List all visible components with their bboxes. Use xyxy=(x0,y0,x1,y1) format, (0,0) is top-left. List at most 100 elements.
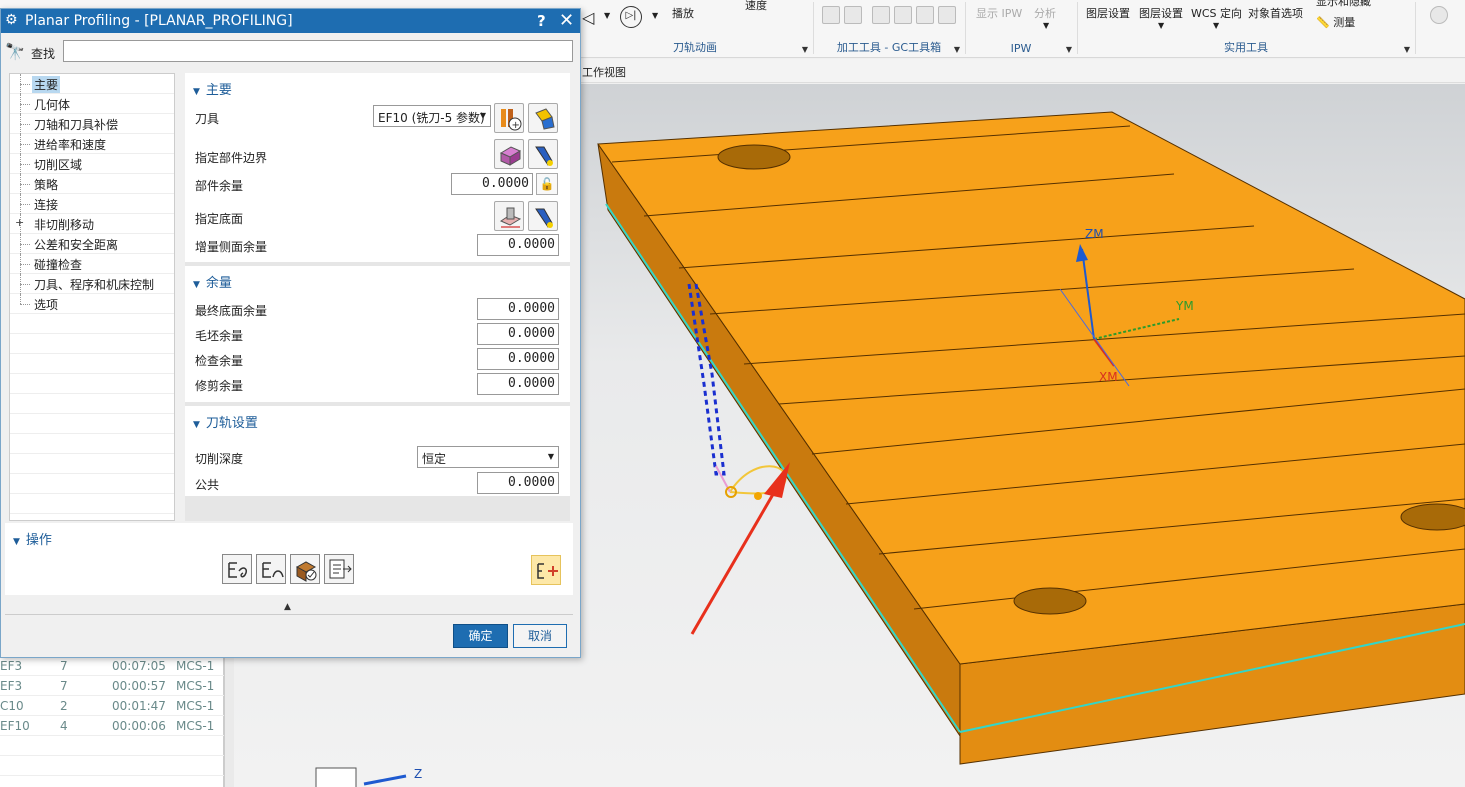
tree-item-collision[interactable]: 碰撞检查 xyxy=(10,254,174,274)
tree-empty-row xyxy=(10,474,174,494)
analysis-button[interactable]: 分析 xyxy=(1034,5,1056,21)
tree-item-tool-axis[interactable]: 刀轴和刀具补偿 xyxy=(10,114,174,134)
list-button[interactable] xyxy=(324,554,354,584)
generate-path-highlight-button[interactable] xyxy=(531,555,561,585)
ok-button[interactable]: 确定 xyxy=(453,624,508,648)
zm-axis-label: ZM xyxy=(1085,227,1104,241)
object-prefs-button[interactable]: 对象首选项 xyxy=(1248,5,1303,21)
rewind-icon[interactable]: ◁ xyxy=(582,8,594,27)
side-stock-input[interactable]: 0.0000 xyxy=(477,234,559,256)
cancel-button[interactable]: 取消 xyxy=(513,624,567,648)
tree-item-non-cutting[interactable]: + 非切削移动 xyxy=(10,214,174,234)
expand-icon[interactable]: + xyxy=(15,216,24,229)
table-row[interactable]: EF3 7 00:07:05 MCS-1 xyxy=(0,656,224,676)
generate-icon xyxy=(228,562,248,578)
edit-tool-icon[interactable] xyxy=(894,6,912,24)
rewind-dropdown-icon[interactable]: ▼ xyxy=(604,11,610,20)
nav-time: 00:00:57 xyxy=(112,679,166,693)
tool-list-icon[interactable] xyxy=(872,6,890,24)
table-row[interactable]: EF3 7 00:00:57 MCS-1 xyxy=(0,676,224,696)
group-label-animation: 刀轨动画 xyxy=(673,41,717,54)
lock-icon[interactable]: 🔓 xyxy=(536,173,558,195)
tree-item-feeds[interactable]: 进给率和速度 xyxy=(10,134,174,154)
new-tool-button[interactable]: + xyxy=(494,103,524,133)
specify-floor-button[interactable] xyxy=(494,201,524,231)
tool-select[interactable]: EF10 (铣刀-5 参数) ▼ xyxy=(373,105,491,127)
paste-icon[interactable] xyxy=(844,6,862,24)
show-floor-button[interactable] xyxy=(528,201,558,231)
tree-item-geometry[interactable]: 几何体 xyxy=(10,94,174,114)
layer-settings-button[interactable]: 图层设置 xyxy=(1086,5,1130,21)
tree-item-tolerance[interactable]: 公差和安全距离 xyxy=(10,234,174,254)
play-button[interactable]: 播放 xyxy=(672,5,694,21)
view-triad-cube xyxy=(315,767,357,787)
close-button[interactable]: ✕ xyxy=(559,10,574,31)
nav-mcs: MCS-1 xyxy=(176,719,215,733)
toolpath-point xyxy=(754,492,762,500)
navigator-scrollbar[interactable] xyxy=(224,656,234,787)
step-dropdown-icon[interactable]: ▼ xyxy=(652,11,658,20)
work-view-label[interactable]: 工作视图 xyxy=(582,64,626,80)
tree-item-main[interactable]: 主要 xyxy=(10,74,174,94)
chevron-down-icon[interactable]: ▼ xyxy=(802,45,808,54)
specify-boundary-button[interactable] xyxy=(494,139,524,169)
check-stock-label: 检查余量 xyxy=(195,354,244,368)
layer-settings-button-2[interactable]: 图层设置 xyxy=(1139,5,1183,21)
chevron-down-icon[interactable]: ▼ xyxy=(1404,45,1410,54)
chevron-down-icon[interactable]: ▼ xyxy=(954,45,960,54)
collapse-triangle-icon: ▼ xyxy=(193,280,200,290)
wcs-orient-button[interactable]: WCS 定向 xyxy=(1191,5,1242,21)
ribbon-divider xyxy=(1077,2,1078,54)
tree-item-strategy[interactable]: 策略 xyxy=(10,174,174,194)
wcs-dropdown-icon[interactable]: ▼ xyxy=(1213,21,1219,30)
tree-item-label: 切削区域 xyxy=(34,158,83,172)
table-row[interactable]: EF10 4 00:00:06 MCS-1 xyxy=(0,716,224,736)
tree-item-options[interactable]: 选项 xyxy=(10,294,174,314)
check-stock-input[interactable]: 0.0000 xyxy=(477,348,559,370)
part-stock-label: 部件余量 xyxy=(195,179,244,193)
tool-settings-icon[interactable] xyxy=(938,6,956,24)
help-button[interactable]: ? xyxy=(537,12,546,30)
table-row[interactable]: C10 2 00:01:47 MCS-1 xyxy=(0,696,224,716)
show-hide-button[interactable]: 显示和隐藏 xyxy=(1316,0,1371,9)
copy-icon[interactable] xyxy=(822,6,840,24)
dialog-titlebar[interactable]: ⚙ Planar Profiling - [PLANAR_PROFILING] … xyxy=(1,9,580,33)
measure-button[interactable]: 📏 测量 xyxy=(1316,14,1355,30)
show-ipw-button[interactable]: 显示 IPW xyxy=(976,5,1022,21)
generate-button[interactable] xyxy=(222,554,252,584)
svg-text:+: + xyxy=(512,120,520,131)
find-input[interactable] xyxy=(63,40,573,62)
layer-dropdown-icon[interactable]: ▼ xyxy=(1158,21,1164,30)
cut-depth-select[interactable]: 恒定 ▼ xyxy=(417,446,559,468)
operations-section-header[interactable]: ▼ 操作 xyxy=(13,529,52,548)
table-row[interactable] xyxy=(0,756,224,776)
tool-props-icon[interactable] xyxy=(916,6,934,24)
tree-item-label: 进给率和速度 xyxy=(34,138,107,152)
replay-button[interactable] xyxy=(256,554,286,584)
final-floor-stock-label: 最终底面余量 xyxy=(195,304,268,318)
analysis-dropdown-icon[interactable]: ▼ xyxy=(1043,21,1049,30)
cut-depth-label: 切削深度 xyxy=(195,452,244,466)
part-stock-input[interactable]: 0.0000 xyxy=(451,173,533,195)
settings-pane: ▼ 主要 刀具 EF10 (铣刀-5 参数) ▼ + 指定部件边界 部件余量 0.0… xyxy=(185,73,570,521)
chevron-down-icon[interactable]: ▼ xyxy=(1066,45,1072,54)
render-icon[interactable] xyxy=(1430,6,1448,24)
tree-item-machine-control[interactable]: 刀具、程序和机床控制 xyxy=(10,274,174,294)
table-row[interactable] xyxy=(0,736,224,756)
path-section-header[interactable]: ▼ 刀轨设置 xyxy=(193,412,258,431)
edit-tool-button[interactable] xyxy=(528,103,558,133)
step-forward-icon[interactable]: ▷| xyxy=(620,6,642,28)
trim-stock-input[interactable]: 0.0000 xyxy=(477,373,559,395)
stock-section-header[interactable]: ▼ 余量 xyxy=(193,272,232,291)
blank-stock-input[interactable]: 0.0000 xyxy=(477,323,559,345)
collapse-dialog-icon[interactable]: ▲ xyxy=(284,602,291,612)
main-section-header[interactable]: ▼ 主要 xyxy=(193,79,232,98)
verify-button[interactable] xyxy=(290,554,320,584)
replay-icon xyxy=(262,562,284,578)
tree-item-cut-region[interactable]: 切削区域 xyxy=(10,154,174,174)
final-floor-stock-input[interactable]: 0.0000 xyxy=(477,298,559,320)
common-input[interactable]: 0.0000 xyxy=(477,472,559,494)
tree-empty-row xyxy=(10,334,174,354)
show-boundary-button[interactable] xyxy=(528,139,558,169)
tree-item-connections[interactable]: 连接 xyxy=(10,194,174,214)
